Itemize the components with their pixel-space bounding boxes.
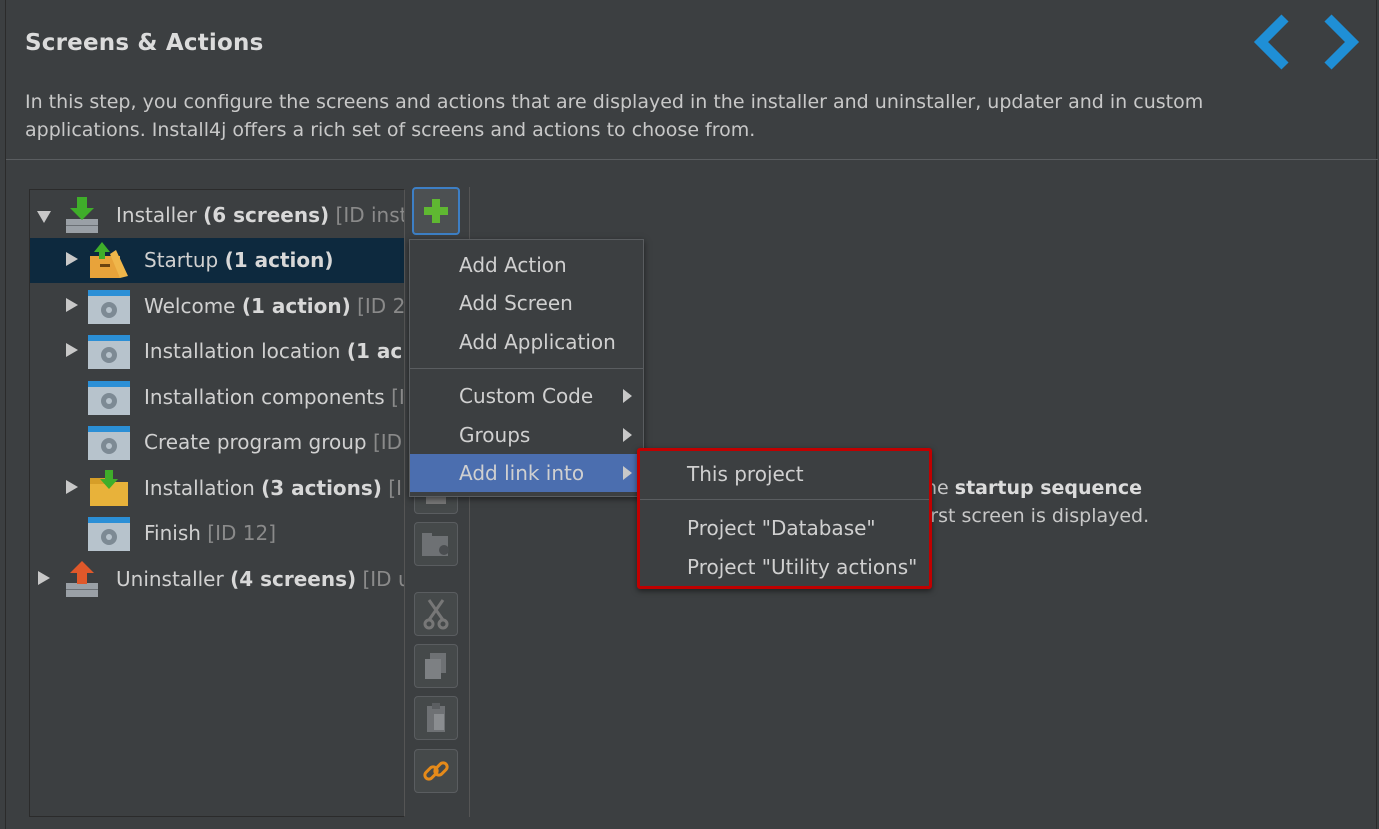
menu-item-add-application[interactable]: Add Application <box>410 323 643 361</box>
tree-node-uninstaller[interactable]: Uninstaller (4 screens) [ID un... <box>30 557 404 602</box>
copy-icon <box>425 653 446 679</box>
menu-item-add-link-into[interactable]: Add link into <box>410 454 643 492</box>
forward-button[interactable] <box>1316 14 1362 70</box>
page-description: In this step, you configure the screens … <box>25 91 1204 141</box>
tree-node-installer-label: Installer (6 screens) [ID instal... <box>116 203 405 227</box>
submenu-arrow-icon <box>623 389 632 403</box>
expand-arrow-icon[interactable] <box>66 343 78 357</box>
folder-gear-icon <box>422 533 449 556</box>
add-link-submenu: This project Project "Database" Project … <box>637 448 932 589</box>
tree-node-welcome-label: Welcome (1 action) [ID 2] <box>144 294 405 318</box>
link-icon <box>423 761 449 781</box>
tree-node-installer[interactable]: Installer (6 screens) [ID instal... <box>30 193 405 238</box>
submenu-item-project-database[interactable]: Project "Database" <box>640 509 929 547</box>
collapse-arrow-icon[interactable] <box>37 211 51 223</box>
startup-icon <box>90 242 128 278</box>
tree-node-finish[interactable]: Finish [ID 12] <box>30 511 404 556</box>
menu-separator <box>640 499 929 500</box>
expand-arrow-icon[interactable] <box>66 252 78 266</box>
menu-item-add-screen[interactable]: Add Screen <box>410 284 643 322</box>
tree-node-finish-label: Finish [ID 12] <box>144 521 277 545</box>
menu-separator <box>410 368 643 369</box>
group-button[interactable] <box>414 522 458 566</box>
screen-gear-icon <box>88 381 130 415</box>
paste-icon <box>427 703 445 732</box>
add-popup-menu: Add Action Add Screen Add Application Cu… <box>409 239 644 497</box>
plus-icon <box>424 199 448 223</box>
submenu-item-project-utility-actions[interactable]: Project "Utility actions" <box>640 548 929 586</box>
submenu-arrow-icon <box>623 428 632 442</box>
tree-node-startup[interactable]: Startup (1 action) <box>30 238 404 283</box>
chevron-right-icon <box>1324 14 1360 70</box>
tree-node-startup-label: Startup (1 action) <box>144 248 334 272</box>
page-title: Screens & Actions <box>25 30 264 56</box>
tree-node-installation[interactable]: Installation (3 actions) [I... <box>30 466 404 511</box>
back-button[interactable] <box>1251 14 1297 70</box>
scissors-icon <box>423 599 449 630</box>
submenu-item-this-project[interactable]: This project <box>640 455 929 493</box>
screen-gear-icon <box>88 335 130 369</box>
installer-icon <box>66 197 98 233</box>
screens-tree[interactable]: Installer (6 screens) [ID instal... Star… <box>29 189 405 817</box>
tree-node-installation-location[interactable]: Installation location (1 ac... <box>30 329 404 374</box>
info-text: he startup sequence irst screen is displ… <box>925 477 1150 527</box>
submenu-arrow-icon <box>623 466 632 480</box>
expand-arrow-icon[interactable] <box>38 571 50 585</box>
header-divider <box>6 159 1378 160</box>
tree-node-create-program-group[interactable]: Create program group [ID... <box>30 420 404 465</box>
tree-node-installation-components-label: Installation components [I... <box>144 385 405 409</box>
installation-folder-icon <box>90 470 128 506</box>
menu-item-custom-code[interactable]: Custom Code <box>410 377 643 415</box>
tree-node-installation-components[interactable]: Installation components [I... <box>30 375 405 420</box>
tree-node-create-program-group-label: Create program group [ID... <box>144 430 404 454</box>
cut-button[interactable] <box>414 592 458 636</box>
expand-arrow-icon[interactable] <box>66 480 78 494</box>
screen-gear-icon <box>88 517 130 551</box>
uninstaller-icon <box>66 561 98 597</box>
tree-node-welcome[interactable]: Welcome (1 action) [ID 2] <box>30 284 405 329</box>
copy-button[interactable] <box>414 644 458 688</box>
screen-gear-icon <box>88 290 130 324</box>
expand-arrow-icon[interactable] <box>66 298 78 312</box>
screen-gear-icon <box>88 426 130 460</box>
menu-item-add-action[interactable]: Add Action <box>410 246 643 284</box>
link-button[interactable] <box>414 749 458 793</box>
tree-node-installation-label: Installation (3 actions) [I... <box>144 476 404 500</box>
tree-node-uninstaller-label: Uninstaller (4 screens) [ID un... <box>116 567 404 591</box>
paste-button[interactable] <box>414 696 458 740</box>
chevron-left-icon <box>1253 14 1289 70</box>
tree-node-installation-location-label: Installation location (1 ac... <box>144 339 404 363</box>
menu-item-groups[interactable]: Groups <box>410 416 643 454</box>
add-button[interactable] <box>412 187 460 235</box>
